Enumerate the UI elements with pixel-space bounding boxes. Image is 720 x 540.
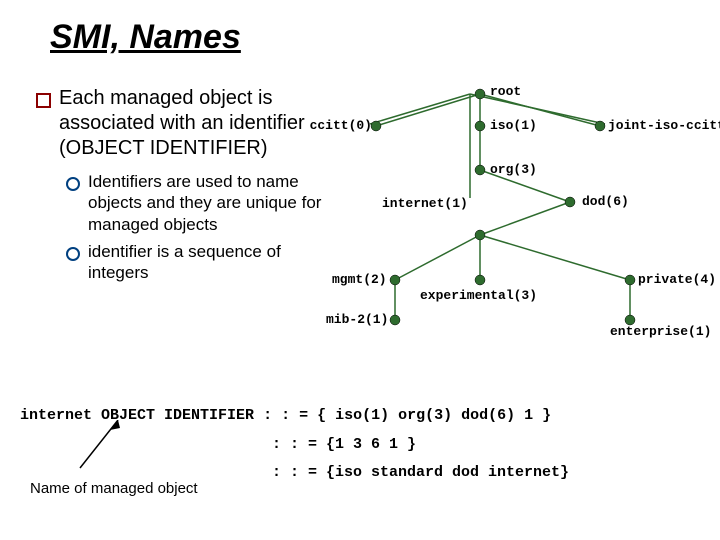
node-enterprise: enterprise(1) xyxy=(610,324,711,339)
node-ccitt: ccitt(0) xyxy=(306,118,372,133)
sub-bullet-1-text: Identifiers are used to name objects and… xyxy=(88,171,326,235)
circle-bullet-icon xyxy=(66,247,80,261)
body-text: Each managed object is associated with a… xyxy=(36,86,326,289)
node-root: root xyxy=(490,84,521,99)
sub-bullet-1: Identifiers are used to name objects and… xyxy=(66,171,326,235)
node-mib2: mib-2(1) xyxy=(326,312,388,327)
oid-tree-diagram: root ccitt(0) iso(1) joint-iso-ccitt(2) … xyxy=(330,80,710,360)
main-bullet-text: Each managed object is associated with a… xyxy=(59,86,326,161)
node-internet: internet(1) xyxy=(382,196,468,211)
sub-bullet-2: identifier is a sequence of integers xyxy=(66,241,326,284)
node-iso: iso(1) xyxy=(490,118,537,133)
sub-bullet-2-text: identifier is a sequence of integers xyxy=(88,241,326,284)
pointer-arrow-icon xyxy=(60,420,140,480)
square-bullet-icon xyxy=(36,93,51,108)
node-joint: joint-iso-ccitt(2) xyxy=(608,118,720,133)
node-dod: dod(6) xyxy=(582,194,629,209)
node-experimental: experimental(3) xyxy=(420,288,537,303)
node-private: private(4) xyxy=(638,272,716,287)
page-title: SMI, Names xyxy=(50,18,241,57)
node-org: org(3) xyxy=(490,162,537,177)
name-of-managed-object-label: Name of managed object xyxy=(30,480,198,497)
node-mgmt: mgmt(2) xyxy=(332,272,387,287)
main-bullet: Each managed object is associated with a… xyxy=(36,86,326,161)
circle-bullet-icon xyxy=(66,177,80,191)
def1-right: : : = { iso(1) org(3) dod(6) 1 } xyxy=(263,407,551,424)
